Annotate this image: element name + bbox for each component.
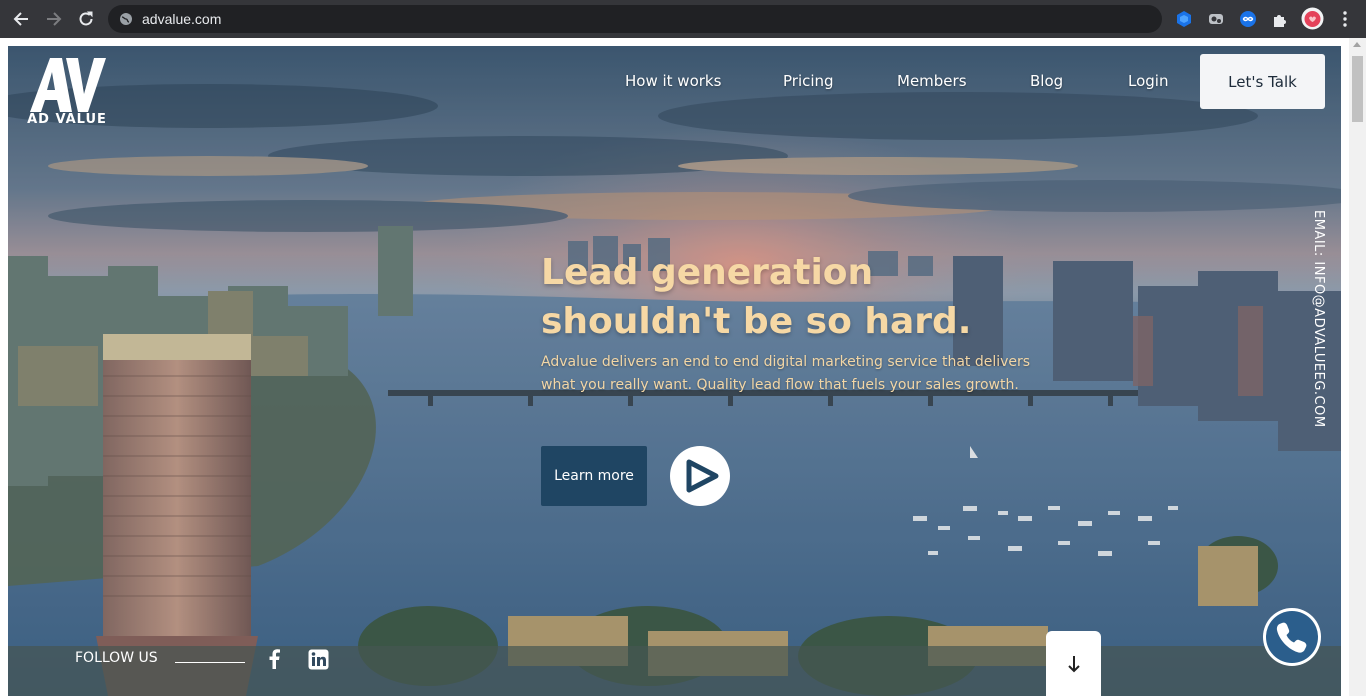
nav-pricing[interactable]: Pricing — [783, 72, 834, 90]
av-monogram-icon — [30, 58, 106, 112]
extension-icon-infinity[interactable] — [1238, 9, 1258, 29]
call-button[interactable] — [1262, 607, 1322, 667]
hero-subtext: Advalue delivers an end to end digital m… — [541, 354, 1031, 393]
nav-members[interactable]: Members — [897, 72, 967, 90]
nav-how-it-works[interactable]: How it works — [625, 72, 721, 90]
learn-more-button[interactable]: Learn more — [541, 446, 647, 506]
brand-logo[interactable]: AD VALUE — [26, 56, 108, 128]
page-scrollbar[interactable] — [1349, 38, 1366, 696]
extension-icon-blue[interactable] — [1174, 9, 1194, 29]
phone-icon — [1263, 608, 1321, 666]
follow-us-label: FOLLOW US — [75, 650, 158, 666]
scroll-up-arrow[interactable] — [1353, 42, 1361, 47]
url-text: advalue.com — [142, 11, 222, 27]
address-bar[interactable]: advalue.com — [108, 5, 1162, 33]
lets-talk-button[interactable]: Let's Talk — [1200, 54, 1325, 109]
nav-login[interactable]: Login — [1128, 72, 1168, 90]
facebook-icon[interactable] — [263, 648, 285, 670]
side-email-text: EMAIL: INFO@ADVALUEEG.COM — [1311, 210, 1326, 428]
puzzle-icon[interactable] — [1270, 9, 1290, 29]
reload-icon[interactable] — [74, 7, 98, 31]
play-icon — [686, 459, 719, 493]
extension-icon-gray[interactable] — [1206, 9, 1226, 29]
headline-line-1: Lead generation — [541, 252, 874, 293]
back-icon[interactable] — [9, 7, 33, 31]
browser-toolbar: advalue.com — [0, 0, 1366, 38]
forward-icon[interactable] — [42, 7, 66, 31]
linkedin-icon[interactable] — [307, 648, 329, 670]
follow-divider — [175, 662, 245, 663]
headline-line-2: shouldn't be so hard. — [541, 301, 972, 342]
menu-dots-icon[interactable] — [1335, 9, 1355, 29]
hero-headline: Lead generation shouldn't be so hard. — [541, 248, 1041, 346]
logo-wordmark: AD VALUE — [27, 112, 107, 127]
arrow-down-icon — [1067, 655, 1080, 672]
web-page: AD VALUE How it works Pricing Members Bl… — [0, 38, 1366, 696]
play-video-button[interactable] — [670, 446, 730, 506]
scrollbar-thumb[interactable] — [1352, 56, 1363, 122]
hero-section: AD VALUE How it works Pricing Members Bl… — [8, 46, 1341, 696]
profile-avatar[interactable] — [1301, 7, 1324, 30]
globe-icon — [120, 13, 132, 25]
scroll-down-button[interactable] — [1046, 631, 1101, 696]
nav-blog[interactable]: Blog — [1030, 72, 1063, 90]
